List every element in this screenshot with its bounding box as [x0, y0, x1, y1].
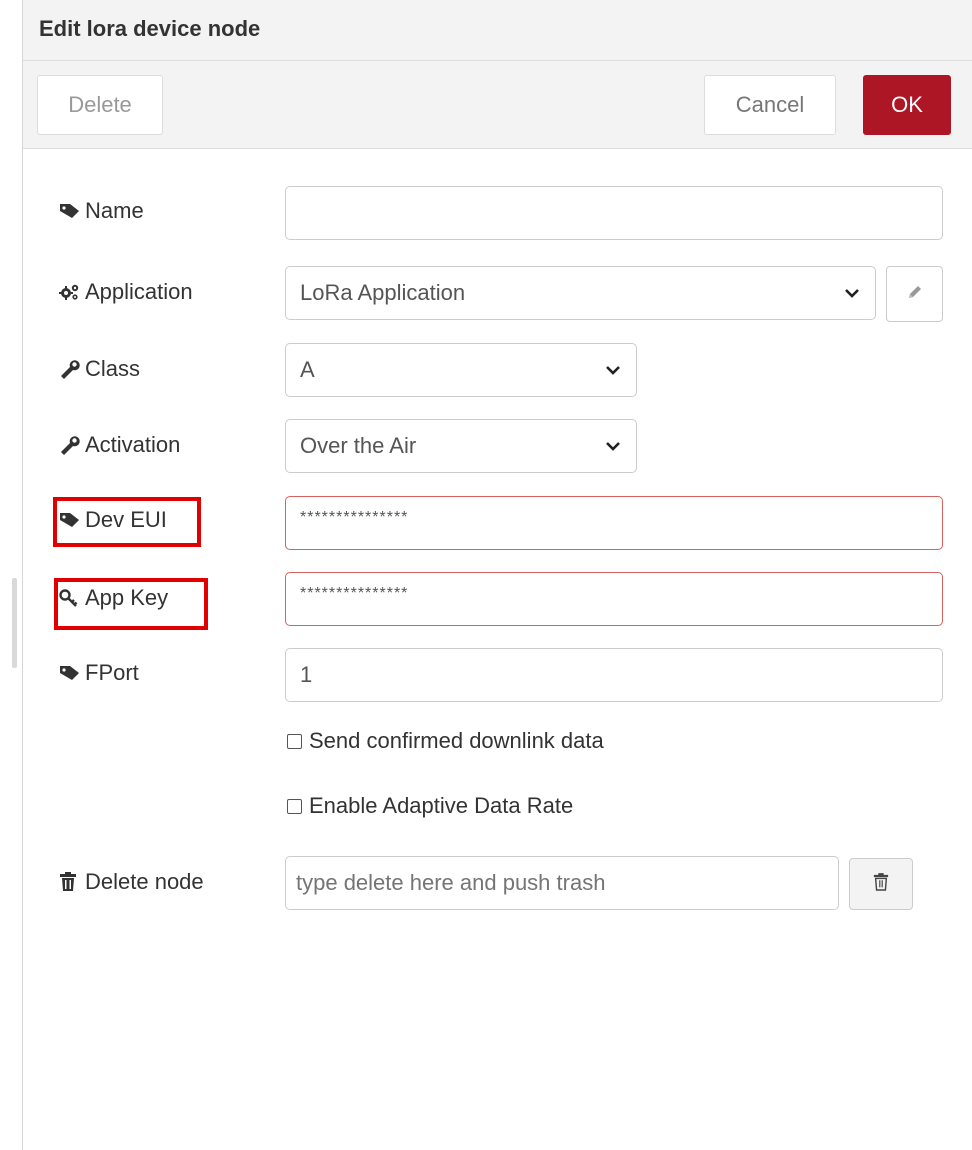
name-input[interactable] — [285, 186, 943, 240]
delete-node-field — [285, 856, 839, 910]
edit-node-panel: Edit lora device node Delete Cancel OK N… — [22, 0, 972, 1150]
dialog-titlebar: Edit lora device node — [23, 0, 972, 61]
class-select-value: A — [300, 357, 315, 382]
edit-application-button[interactable] — [886, 266, 943, 322]
adaptive-data-rate-option[interactable]: Enable Adaptive Data Rate — [287, 793, 573, 819]
confirmed-downlink-checkbox[interactable] — [287, 733, 302, 749]
activation-select-value: Over the Air — [300, 433, 417, 458]
activation-label-text: Activation — [85, 432, 181, 457]
activation-select[interactable]: Over the Air — [285, 419, 637, 473]
tag-icon — [59, 200, 85, 222]
application-label-text: Application — [85, 279, 193, 304]
fport-label: FPort — [59, 653, 139, 693]
dev-eui-highlight-box — [53, 497, 201, 547]
application-select-value: LoRa Application — [300, 280, 466, 305]
delete-node-label-text: Delete node — [85, 869, 204, 894]
trash-icon — [873, 872, 889, 896]
class-label: Class — [59, 349, 140, 389]
tag-icon — [59, 662, 85, 684]
confirmed-downlink-label: Send confirmed downlink data — [309, 728, 604, 753]
wrench-icon — [59, 358, 85, 380]
cancel-button[interactable]: Cancel — [704, 75, 836, 135]
name-label-text: Name — [85, 198, 144, 223]
trash-button[interactable] — [849, 858, 913, 910]
chevron-down-icon — [843, 284, 861, 302]
activation-label: Activation — [59, 425, 180, 465]
class-label-text: Class — [85, 356, 141, 381]
fport-label-text: FPort — [85, 660, 139, 685]
application-select[interactable]: LoRa Application — [285, 266, 876, 320]
confirmed-downlink-option[interactable]: Send confirmed downlink data — [287, 728, 604, 754]
chevron-down-icon — [604, 361, 622, 379]
dialog-toolbar: Delete Cancel OK — [23, 61, 972, 149]
dev-eui-input[interactable]: *************** — [285, 496, 943, 550]
chevron-down-icon — [604, 437, 622, 455]
app-key-input[interactable]: *************** — [285, 572, 943, 626]
dialog-title: Edit lora device node — [39, 16, 261, 41]
name-label: Name — [59, 191, 144, 231]
fport-input[interactable]: 1 — [285, 648, 943, 702]
trash-icon — [59, 871, 85, 893]
application-label: Application — [59, 272, 193, 312]
ok-button[interactable]: OK — [863, 75, 951, 135]
class-select[interactable]: A — [285, 343, 637, 397]
pencil-icon — [906, 283, 924, 306]
wrench-icon — [59, 434, 85, 456]
adaptive-data-rate-checkbox[interactable] — [287, 798, 302, 814]
delete-confirm-input[interactable] — [286, 857, 838, 909]
app-key-highlight-box — [54, 578, 208, 630]
panel-resize-handle[interactable] — [12, 578, 17, 668]
cogs-icon — [59, 281, 85, 303]
delete-button[interactable]: Delete — [37, 75, 163, 135]
delete-node-label: Delete node — [59, 862, 204, 902]
adaptive-data-rate-label: Enable Adaptive Data Rate — [309, 793, 574, 818]
